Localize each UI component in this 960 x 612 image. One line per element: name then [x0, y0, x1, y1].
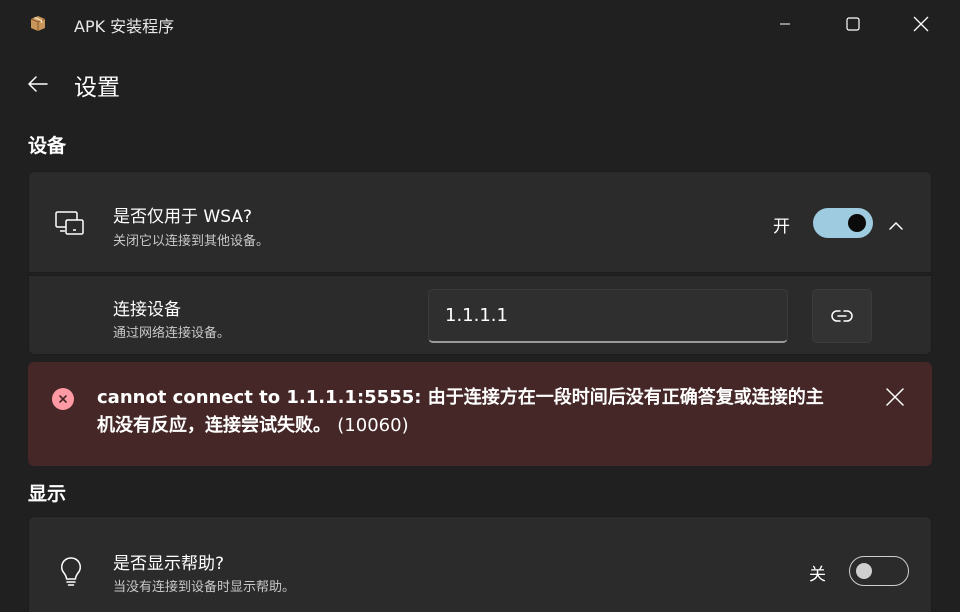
error-icon [52, 388, 74, 410]
lightbulb-icon [59, 556, 83, 592]
page-title: 设置 [74, 75, 120, 101]
wsa-setting-title: 是否仅用于 WSA? [113, 207, 252, 227]
minimize-button[interactable] [762, 0, 808, 48]
back-arrow-icon [28, 76, 48, 92]
device-address-value: 1.1.1.1 [445, 305, 508, 326]
error-message-text: cannot connect to 1.1.1.1:5555: 由于连接方在一段… [97, 387, 824, 436]
toggle-knob [856, 563, 872, 579]
connect-device-description: 通过网络连接设备。 [113, 326, 231, 341]
close-window-button[interactable] [898, 0, 944, 48]
minimize-icon [780, 23, 790, 25]
connect-button[interactable] [812, 289, 872, 343]
devices-icon [55, 211, 85, 239]
help-setting-card[interactable]: 是否显示帮助? 当没有连接到设备时显示帮助。 关 [28, 516, 932, 612]
section-title-device: 设备 [28, 135, 67, 157]
dismiss-error-button[interactable] [882, 384, 908, 410]
window-title: APK 安装程序 [74, 17, 175, 36]
link-icon [831, 310, 853, 322]
title-bar: APK 安装程序 [0, 0, 960, 48]
device-address-input[interactable]: 1.1.1.1 [428, 289, 788, 343]
help-toggle[interactable] [849, 556, 909, 586]
maximize-button[interactable] [830, 0, 876, 48]
help-toggle-label: 关 [809, 565, 826, 585]
help-setting-description: 当没有连接到设备时显示帮助。 [113, 580, 296, 595]
back-button[interactable] [22, 68, 54, 100]
error-code: (10060) [337, 415, 409, 436]
error-infobar: cannot connect to 1.1.1.1:5555: 由于连接方在一段… [28, 362, 932, 466]
close-icon [886, 388, 904, 406]
chevron-up-icon[interactable] [889, 216, 903, 235]
maximize-icon [846, 17, 860, 31]
help-setting-title: 是否显示帮助? [113, 554, 225, 574]
wsa-toggle-label: 开 [773, 217, 790, 237]
wsa-setting-card[interactable]: 是否仅用于 WSA? 关闭它以连接到其他设备。 开 [28, 171, 932, 273]
wsa-toggle[interactable] [813, 208, 873, 238]
toggle-knob [848, 214, 866, 232]
connect-device-title: 连接设备 [113, 300, 181, 320]
close-icon [913, 16, 929, 32]
section-title-display: 显示 [28, 483, 67, 505]
wsa-setting-description: 关闭它以连接到其他设备。 [113, 234, 270, 249]
package-icon [28, 13, 48, 33]
error-message: cannot connect to 1.1.1.1:5555: 由于连接方在一段… [97, 384, 837, 440]
